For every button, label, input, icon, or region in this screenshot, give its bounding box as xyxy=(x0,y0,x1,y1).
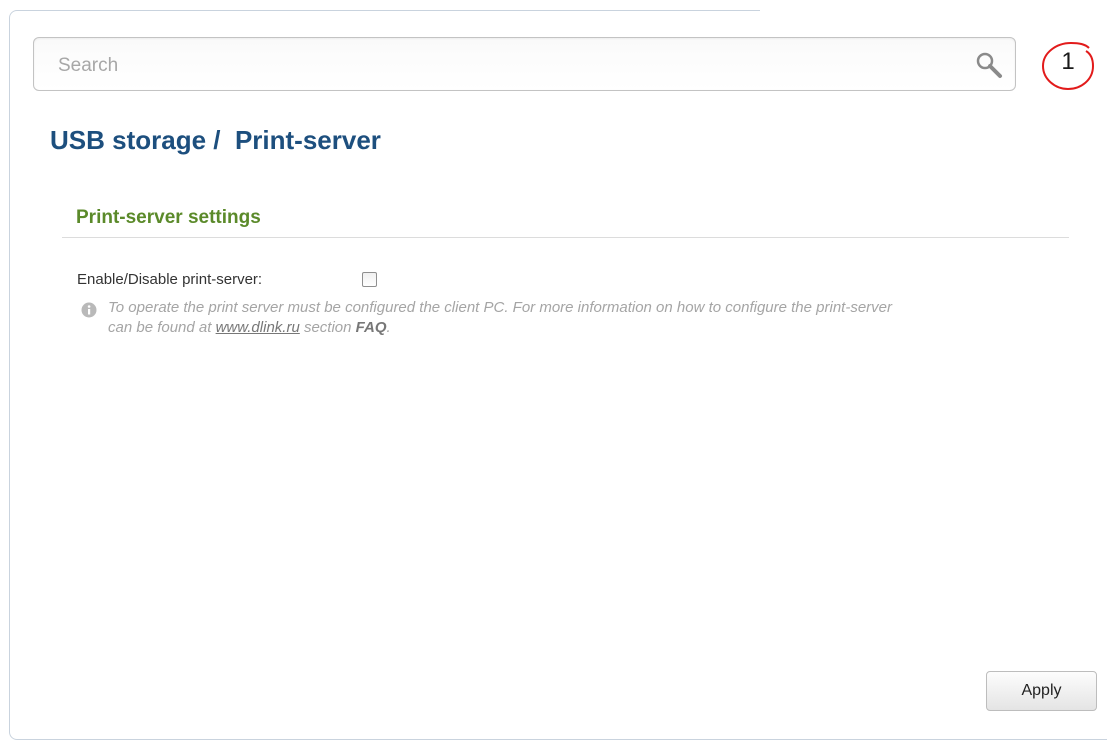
print-server-hint: To operate the print server must be conf… xyxy=(108,298,908,338)
enable-print-server-checkbox[interactable] xyxy=(362,272,377,287)
notification-badge[interactable]: 1 xyxy=(1039,40,1097,92)
breadcrumb-separator: / xyxy=(206,125,235,155)
section-title: Print-server settings xyxy=(76,207,261,228)
dlink-link[interactable]: www.dlink.ru xyxy=(216,319,300,336)
search-icon[interactable] xyxy=(974,50,1004,80)
faq-label: FAQ xyxy=(355,319,387,336)
breadcrumb-parent[interactable]: USB storage xyxy=(50,125,206,155)
search-bar xyxy=(33,37,1016,91)
page-title: USB storage / Print-server xyxy=(50,125,381,156)
enable-print-server-label: Enable/Disable print-server: xyxy=(77,271,263,288)
hint-text-2: section xyxy=(299,319,356,336)
content-panel xyxy=(9,10,1107,740)
page-title-current: Print-server xyxy=(234,125,381,155)
panel-notch xyxy=(760,0,1107,24)
notification-count: 1 xyxy=(1061,48,1075,75)
search-input[interactable] xyxy=(56,52,940,80)
info-icon xyxy=(81,302,97,318)
hint-text-end: . xyxy=(386,319,391,336)
section-divider xyxy=(62,237,1069,238)
apply-button[interactable]: Apply xyxy=(986,671,1097,711)
